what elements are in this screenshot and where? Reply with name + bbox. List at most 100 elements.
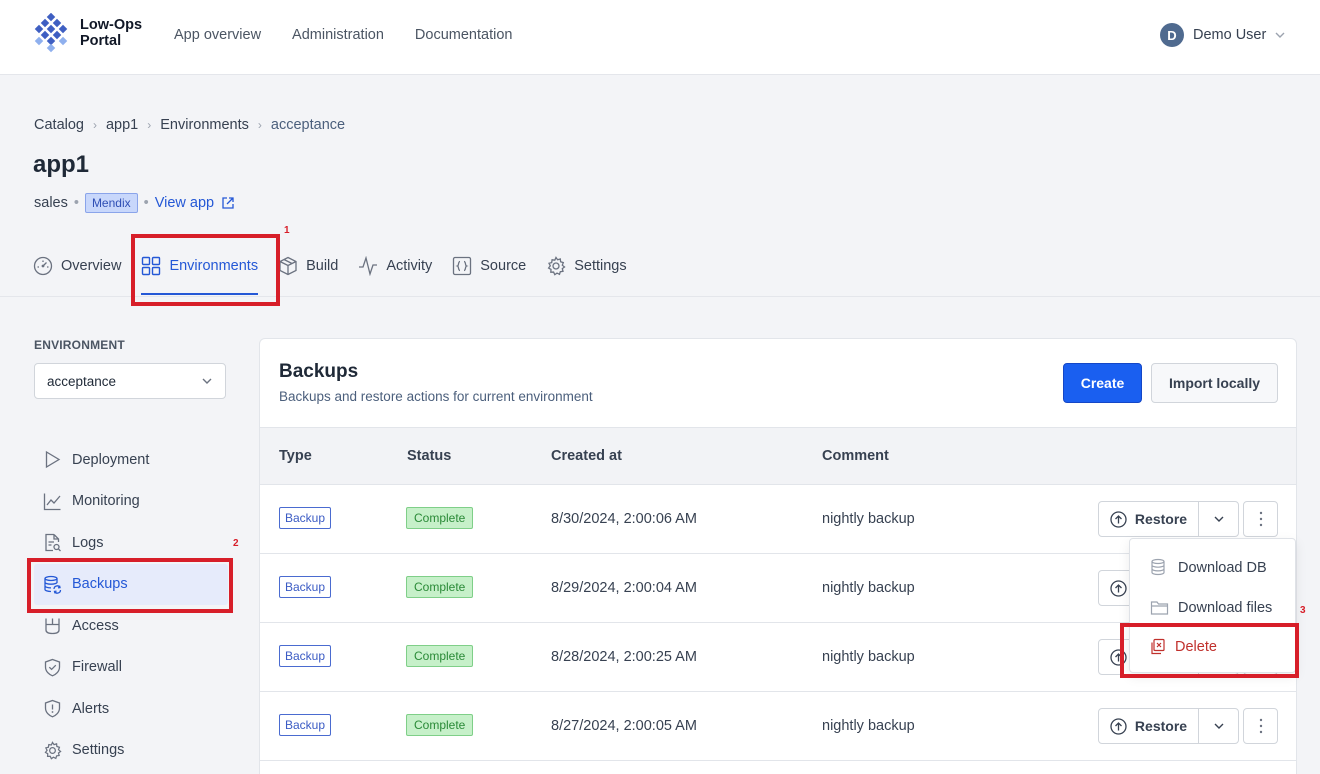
status-badge: Complete [406, 645, 474, 667]
tab-build[interactable]: Build [278, 252, 338, 280]
import-locally-button[interactable]: Import locally [1151, 363, 1278, 403]
sidebar-item-backups[interactable]: Backups [34, 563, 228, 605]
team-label: sales [34, 195, 68, 211]
highlight-box-1 [131, 234, 280, 306]
user-menu[interactable]: D Demo User [1160, 23, 1286, 47]
sidebar-item-settings[interactable]: Settings [34, 730, 228, 772]
restore-split-button: Restore [1098, 708, 1239, 744]
type-badge: Backup [279, 645, 332, 667]
column-header-type[interactable]: Type [279, 448, 312, 464]
brand-logo[interactable] [33, 13, 69, 53]
sidebar-item-monitoring[interactable]: Monitoring [34, 481, 228, 523]
tab-overview[interactable]: Overview [33, 252, 121, 280]
database-download-icon [1151, 558, 1165, 576]
nav-documentation[interactable]: Documentation [415, 27, 513, 43]
shield-icon [44, 658, 61, 677]
more-vertical-icon [1259, 511, 1262, 527]
external-link-icon [222, 197, 234, 209]
app-meta: sales • Mendix • View app [34, 193, 235, 213]
sidebar-item-access[interactable]: Access [34, 605, 228, 647]
breadcrumb-app[interactable]: app1 [106, 117, 138, 133]
restore-dropdown-toggle[interactable] [1199, 709, 1238, 743]
separator-dot: • [73, 195, 79, 211]
type-badge: Backup [279, 714, 332, 736]
sidebar-item-firewall[interactable]: Firewall [34, 647, 228, 689]
restore-button[interactable]: Restore [1099, 502, 1199, 536]
log-file-icon [45, 534, 61, 552]
environment-value: acceptance [47, 373, 117, 389]
environment-select[interactable]: acceptance [34, 363, 226, 399]
play-icon [45, 451, 61, 469]
highlight-number-2: 2 [233, 538, 239, 549]
chevron-down-icon [1214, 516, 1223, 522]
upload-icon [1110, 717, 1127, 735]
gear-icon [44, 740, 62, 760]
folder-download-icon [1150, 601, 1169, 615]
create-button[interactable]: Create [1063, 363, 1142, 403]
status-badge: Complete [406, 714, 474, 736]
status-badge: Complete [406, 507, 474, 529]
breadcrumb-catalog[interactable]: Catalog [34, 117, 84, 133]
column-header-created[interactable]: Created at [551, 448, 622, 464]
environment-nav: Deployment Monitoring Logs Backups Acces… [34, 439, 228, 771]
row-actions-button[interactable] [1243, 708, 1278, 744]
table-row: Backup Complete 8/27/2024, 2:00:05 AM ni… [260, 692, 1296, 761]
comment: nightly backup [822, 511, 915, 527]
view-app-link[interactable]: View app [155, 195, 235, 211]
status-badge: Complete [406, 576, 474, 598]
nav-administration[interactable]: Administration [292, 27, 384, 43]
tab-source[interactable]: Source [452, 252, 526, 280]
type-badge: Backup [279, 507, 332, 529]
database-icon [44, 575, 62, 594]
card-title: Backups [279, 361, 359, 382]
created-at: 8/30/2024, 2:00:06 AM [551, 511, 697, 527]
breadcrumb-current: acceptance [270, 117, 346, 133]
chevron-down-icon [202, 378, 212, 384]
door-icon [45, 618, 60, 635]
highlight-number-1: 1 [284, 225, 290, 236]
user-name: Demo User [1193, 27, 1267, 43]
view-app-label: View app [154, 195, 215, 211]
chevron-down-icon [1214, 723, 1223, 729]
card-subtitle: Backups and restore actions for current … [279, 389, 593, 404]
created-at: 8/27/2024, 2:00:05 AM [551, 718, 697, 734]
top-header: Low-Ops Portal App overview Administrati… [0, 0, 1320, 75]
sidebar-item-alerts[interactable]: Alerts [34, 688, 228, 730]
page-title: app1 [33, 151, 90, 178]
brand-name[interactable]: Low-Ops Portal [80, 17, 142, 49]
activity-icon [359, 256, 378, 276]
chevron-right-icon: › [257, 118, 262, 132]
table-header: Type Status Created at Comment [260, 427, 1296, 485]
alert-icon [44, 700, 61, 718]
menu-item-download-files[interactable]: Download files [1150, 598, 1272, 617]
chevron-right-icon: › [147, 118, 152, 132]
column-header-status[interactable]: Status [407, 448, 451, 464]
sidebar-item-deployment[interactable]: Deployment [34, 439, 228, 481]
comment: nightly backup [822, 580, 915, 596]
comment: nightly backup [822, 718, 915, 734]
sidebar-item-logs[interactable]: Logs [34, 522, 228, 564]
highlight-number-3: 3 [1300, 605, 1306, 616]
menu-item-download-db[interactable]: Download DB [1150, 558, 1267, 577]
separator-dot: • [143, 195, 149, 211]
box-icon [279, 256, 297, 276]
highlight-box-3 [1120, 623, 1299, 678]
created-at: 8/29/2024, 2:00:04 AM [551, 580, 697, 596]
braces-icon [453, 256, 472, 276]
restore-button[interactable]: Restore [1099, 709, 1199, 743]
created-at: 8/28/2024, 2:00:25 AM [551, 649, 697, 665]
breadcrumb-environments[interactable]: Environments [160, 117, 249, 133]
row-actions-button[interactable] [1243, 501, 1278, 537]
chart-icon [43, 493, 61, 510]
more-vertical-icon [1259, 718, 1262, 734]
comment: nightly backup [822, 649, 915, 665]
restore-dropdown-toggle[interactable] [1199, 502, 1238, 536]
gear-icon [547, 256, 566, 276]
column-header-comment[interactable]: Comment [822, 448, 889, 464]
nav-app-overview[interactable]: App overview [174, 27, 261, 43]
platform-badge: Mendix [84, 193, 138, 213]
chevron-right-icon: › [92, 118, 97, 132]
tab-settings[interactable]: Settings [546, 252, 627, 280]
tab-activity[interactable]: Activity [358, 252, 432, 280]
type-badge: Backup [279, 576, 332, 598]
